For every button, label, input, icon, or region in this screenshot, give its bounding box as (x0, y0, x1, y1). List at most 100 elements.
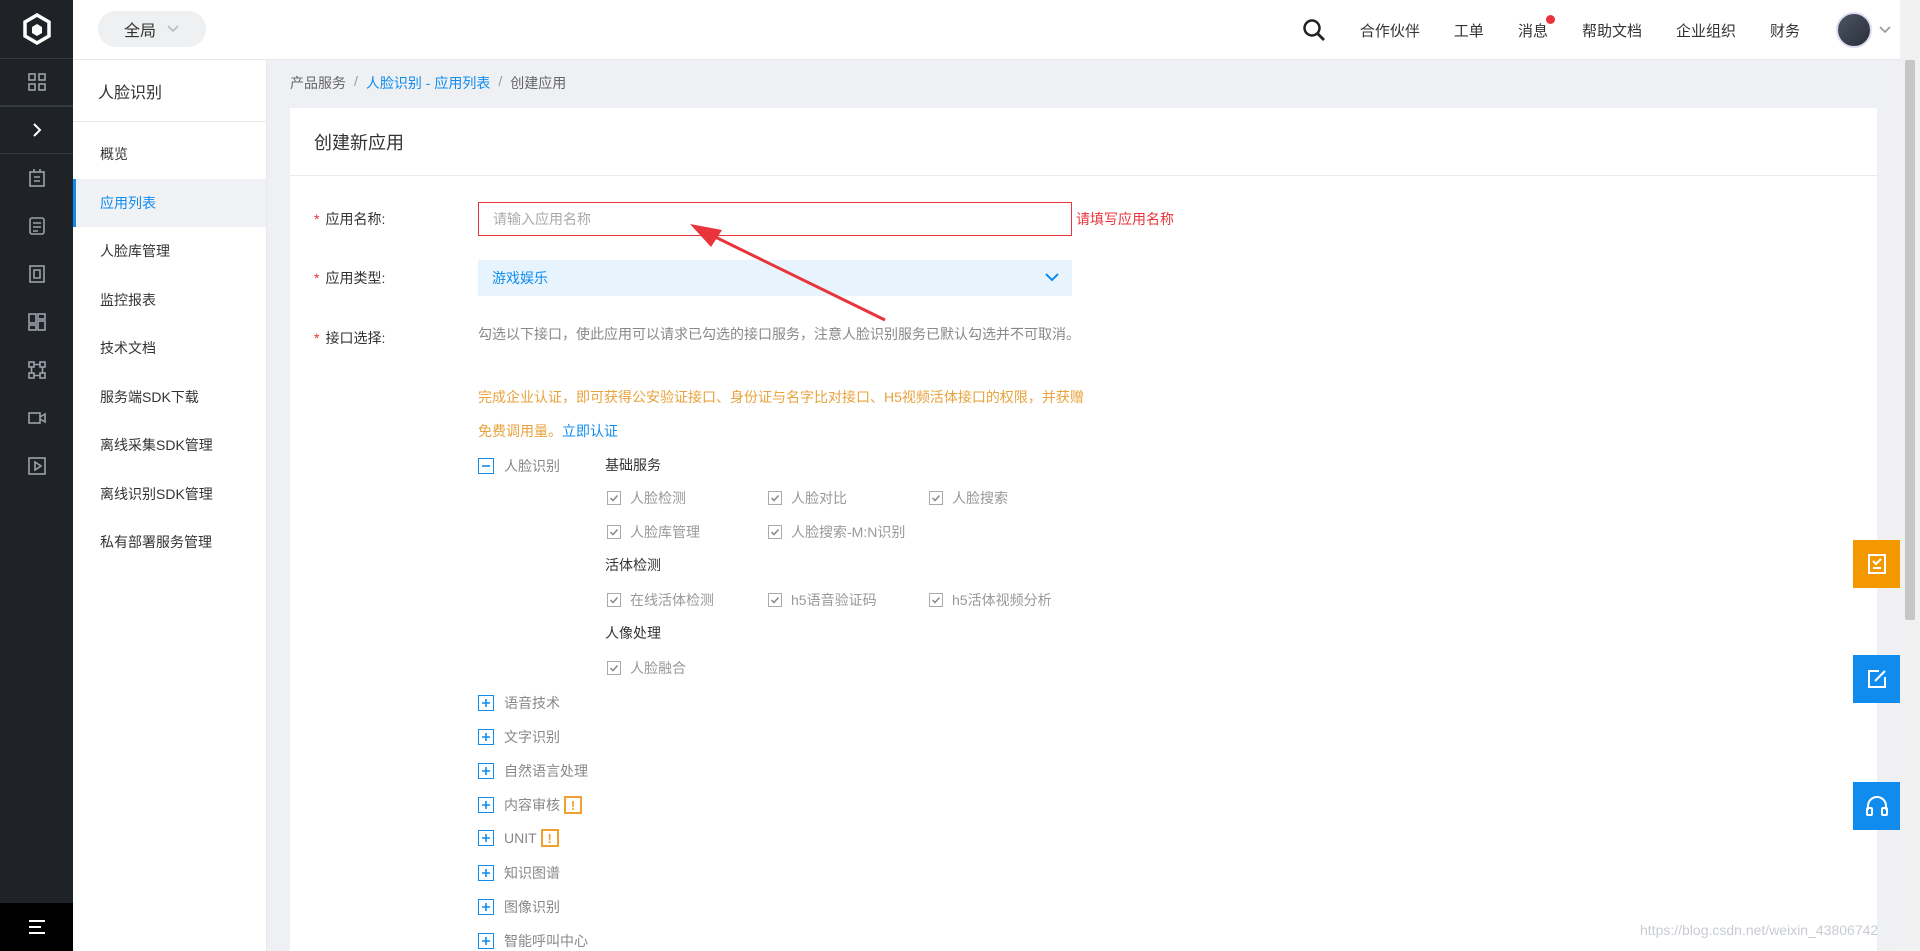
breadcrumb-app-list[interactable]: 人脸识别 - 应用列表 (366, 73, 490, 93)
category-face-recognition[interactable]: 人脸识别 (478, 456, 560, 476)
option-face-compare[interactable]: 人脸对比 (768, 488, 847, 508)
expand-icon[interactable] (478, 763, 494, 779)
category-label: 文字识别 (504, 729, 560, 745)
category-label: 人脸识别 (504, 458, 560, 474)
expand-icon[interactable] (478, 899, 494, 915)
app-name-input[interactable] (478, 202, 1072, 236)
option-face-search[interactable]: 人脸搜索 (929, 488, 1008, 508)
product-title: 人脸识别 (73, 60, 266, 122)
option-h5-voice-code[interactable]: h5语音验证码 (768, 590, 877, 610)
chevron-down-icon (1045, 273, 1059, 282)
nav-tickets[interactable]: 工单 (1454, 20, 1484, 41)
checkbox-checked-icon[interactable] (768, 593, 782, 607)
checkbox-checked-icon[interactable] (929, 593, 943, 607)
breadcrumb: 产品服务 / 人脸识别 - 应用列表 / 创建应用 (290, 73, 566, 93)
expand-icon[interactable] (478, 933, 494, 949)
scope-selector[interactable]: 全局 (98, 11, 206, 47)
warning-icon[interactable]: ! (540, 829, 559, 847)
sidebar-item-private-deploy[interactable]: 私有部署服务管理 (73, 518, 266, 567)
nav-messages[interactable]: 消息 (1518, 14, 1555, 41)
document-icon[interactable] (0, 250, 73, 298)
option-face-detect[interactable]: 人脸检测 (607, 488, 686, 508)
sidebar-item-offline-recognition-sdk[interactable]: 离线识别SDK管理 (73, 470, 266, 519)
grid-icon[interactable] (0, 58, 73, 106)
category-label: UNIT (504, 830, 537, 846)
expand-icon[interactable] (478, 797, 494, 813)
option-face-library[interactable]: 人脸库管理 (607, 522, 700, 542)
nav-organization[interactable]: 企业组织 (1676, 20, 1736, 41)
page-scrollbar[interactable] (1900, 0, 1920, 951)
category-content-review[interactable]: 内容审核! (478, 795, 582, 815)
top-nav: 合作伙伴 工单 消息 帮助文档 企业组织 财务 (1302, 0, 1892, 60)
expand-icon[interactable] (478, 729, 494, 745)
api-description: 勾选以下接口，使此应用可以请求已勾选的接口服务，注意人脸识别服务已默认勾选并不可… (478, 326, 1080, 342)
sidebar-item-overview[interactable]: 概览 (73, 130, 266, 179)
search-icon[interactable] (1302, 18, 1326, 42)
api-select-label: * 接口选择: (314, 330, 386, 346)
sidebar-item-monitoring[interactable]: 监控报表 (73, 276, 266, 325)
checkbox-checked-icon[interactable] (768, 525, 782, 539)
sidebar-item-app-list[interactable]: 应用列表 (73, 178, 266, 227)
group-portrait-processing: 人像处理 (605, 625, 661, 641)
certification-notice: 完成企业认证，即可获得公安验证接口、身份证与名字比对接口、H5视频活体接口的权限… (478, 380, 1084, 448)
collapse-icon[interactable] (478, 458, 494, 474)
sidebar-item-face-library[interactable]: 人脸库管理 (73, 227, 266, 276)
nav-help-docs[interactable]: 帮助文档 (1582, 20, 1642, 41)
category-nlp[interactable]: 自然语言处理 (478, 761, 588, 781)
category-image-recognition[interactable]: 图像识别 (478, 897, 560, 917)
category-call-center[interactable]: 智能呼叫中心 (478, 931, 588, 951)
expand-icon[interactable] (478, 695, 494, 711)
checkbox-checked-icon[interactable] (929, 491, 943, 505)
warning-icon[interactable]: ! (564, 796, 582, 814)
sidebar-item-server-sdk[interactable]: 服务端SDK下载 (73, 373, 266, 422)
option-h5-video-liveness[interactable]: h5活体视频分析 (929, 590, 1052, 610)
dashboard-icon[interactable] (0, 298, 73, 346)
page-title: 创建新应用 (290, 108, 1877, 176)
sidebar-item-offline-capture-sdk[interactable]: 离线采集SDK管理 (73, 421, 266, 470)
category-speech[interactable]: 语音技术 (478, 693, 560, 713)
app-type-label: * 应用类型: (314, 270, 386, 286)
video-camera-icon[interactable] (0, 394, 73, 442)
breadcrumb-separator: / (498, 73, 503, 89)
expand-icon[interactable] (478, 830, 494, 846)
chevron-down-icon (167, 25, 179, 33)
database-icon[interactable] (0, 202, 73, 250)
category-knowledge-graph[interactable]: 知识图谱 (478, 863, 560, 883)
expand-icon[interactable] (478, 865, 494, 881)
category-ocr[interactable]: 文字识别 (478, 727, 560, 747)
checkbox-checked-icon[interactable] (768, 491, 782, 505)
option-face-search-mn[interactable]: 人脸搜索-M:N识别 (768, 522, 905, 542)
product-sidebar: 人脸识别 概览 应用列表 人脸库管理 监控报表 技术文档 服务端SDK下载 离线… (73, 60, 267, 951)
expand-chevron-icon[interactable] (0, 106, 73, 154)
category-label: 图像识别 (504, 899, 560, 915)
checkbox-checked-icon[interactable] (607, 661, 621, 675)
app-type-select[interactable]: 游戏娱乐 (478, 260, 1072, 296)
survey-icon (1867, 554, 1886, 574)
category-label: 知识图谱 (504, 865, 560, 881)
play-icon[interactable] (0, 442, 73, 490)
network-icon[interactable] (0, 346, 73, 394)
scope-label: 全局 (123, 23, 156, 40)
option-face-merge[interactable]: 人脸融合 (607, 658, 686, 678)
avatar[interactable] (1836, 12, 1872, 48)
customer-service-button[interactable] (1853, 782, 1900, 830)
cloud-logo-icon[interactable] (0, 0, 73, 58)
nav-finance[interactable]: 财务 (1770, 20, 1800, 41)
sidebar-item-tech-docs[interactable]: 技术文档 (73, 324, 266, 373)
checkbox-checked-icon[interactable] (607, 491, 621, 505)
checkbox-checked-icon[interactable] (607, 593, 621, 607)
option-online-liveness[interactable]: 在线活体检测 (607, 590, 714, 610)
checkbox-checked-icon[interactable] (607, 525, 621, 539)
category-label: 自然语言处理 (504, 763, 588, 779)
scrollbar-thumb[interactable] (1905, 60, 1915, 620)
breadcrumb-current: 创建应用 (510, 75, 567, 91)
menu-icon[interactable] (0, 903, 73, 951)
breadcrumb-root[interactable]: 产品服务 (290, 73, 346, 93)
category-unit[interactable]: UNIT! (478, 829, 559, 847)
building-icon[interactable] (0, 154, 73, 202)
chevron-down-icon[interactable] (1878, 25, 1892, 35)
feedback-button[interactable] (1853, 540, 1900, 588)
nav-partners[interactable]: 合作伙伴 (1360, 20, 1420, 41)
verify-now-link[interactable]: 立即认证 (562, 423, 618, 439)
edit-feedback-button[interactable] (1853, 655, 1900, 703)
